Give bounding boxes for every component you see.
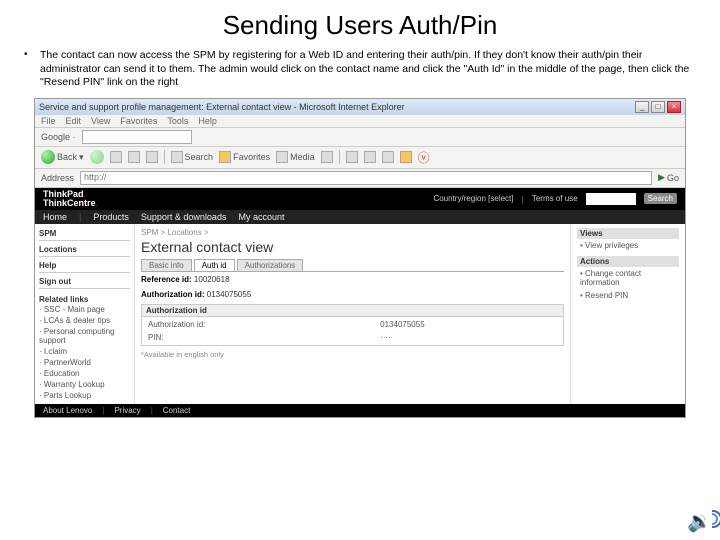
nav-products[interactable]: Products [93,212,129,222]
bullet-text: The contact can now access the SPM by re… [40,49,696,90]
speaker-icon: 🔉 [687,509,712,534]
back-button[interactable]: Back ▾ [41,150,84,164]
change-contact-link[interactable]: Change contact information [577,267,679,289]
authorization-id-line: Authorization id: 0134075055 [141,287,564,302]
messenger-icon[interactable] [400,151,412,163]
refresh-button[interactable] [128,151,140,163]
ie-toolbar: Back ▾ Search Favorites Media ⓥ [35,147,685,169]
site-search-input[interactable] [586,193,636,205]
sidebar-item-locations[interactable]: Locations [39,243,130,257]
main-column: SPM > Locations > External contact view … [135,224,570,404]
related-links-label: Related links [39,295,130,304]
ie-menubar: File Edit View Favorites Tools Help [35,115,685,128]
related-ssc[interactable]: SSC - Main page [39,304,130,315]
back-icon [41,150,55,164]
tab-row: Basic info Auth id Authorizations [141,259,564,272]
site-search-button[interactable]: Search [644,193,677,204]
favorites-button[interactable]: Favorites [219,151,270,163]
slide-title: Sending Users Auth/Pin [0,0,720,49]
maximize-button[interactable]: □ [651,101,665,113]
breadcrumb: SPM > Locations > [141,228,564,237]
related-education[interactable]: Education [39,368,130,379]
related-warranty[interactable]: Warranty Lookup [39,379,130,390]
menu-help[interactable]: Help [198,116,217,126]
lenovo-footer: About Lenovo| Privacy| Contact [35,404,685,417]
forward-button[interactable] [90,150,104,164]
related-parts[interactable]: Parts Lookup [39,390,130,401]
menu-edit[interactable]: Edit [66,116,82,126]
menu-file[interactable]: File [41,116,56,126]
country-select[interactable]: Country/region [select] [433,194,513,203]
table-row: Authorization id:0134075055 [144,319,561,330]
reference-id-line: Reference id: 10020618 [141,272,564,287]
star-icon [219,151,231,163]
views-box: Views View privileges [577,228,679,252]
ie-addressbar: Address http:// ▶Go [35,169,685,188]
google-label: Google · [41,132,76,142]
lenovo-header: ThinkPad. ThinkCentre. Country/region [s… [35,188,685,210]
lenovo-logo: ThinkPad. ThinkCentre. [43,190,98,208]
edit-button[interactable] [382,151,394,163]
google-search-input[interactable] [82,130,192,144]
page-content: SPM Locations Help Sign out Related link… [35,224,685,404]
google-toolbar: Google · [35,128,685,147]
home-button[interactable] [146,151,158,163]
tab-basic-info[interactable]: Basic info [141,259,192,271]
ie-titlebar: Service and support profile management: … [35,99,685,115]
primary-nav: Home| Products Support & downloads My ac… [35,210,685,224]
sidebar-item-signout[interactable]: Sign out [39,275,130,289]
address-input[interactable]: http:// [80,171,652,185]
nav-support[interactable]: Support & downloads [141,212,227,222]
related-pc-support[interactable]: Personal computing support [39,326,130,346]
terms-link[interactable]: Terms of use [532,194,578,203]
slide-bullet: • The contact can now access the SPM by … [0,49,720,98]
view-privileges-link[interactable]: View privileges [577,239,679,252]
auth-id-box: Authorization id Authorization id:013407… [141,304,564,346]
close-button[interactable]: × [667,101,681,113]
bullet-marker: • [24,49,40,90]
sidebar-item-spm[interactable]: SPM [39,227,130,241]
related-lcas[interactable]: LCAs & dealer tips [39,315,130,326]
views-header: Views [577,228,679,239]
minimize-button[interactable]: _ [635,101,649,113]
footer-privacy[interactable]: Privacy [114,406,140,415]
english-only-note: *Available in english only [141,346,564,359]
tab-auth-id[interactable]: Auth id [194,259,235,271]
ie-window-title: Service and support profile management: … [39,102,405,112]
print-button[interactable] [364,151,376,163]
tab-authorizations[interactable]: Authorizations [237,259,304,271]
sidebar-item-help[interactable]: Help [39,259,130,273]
related-iclaim[interactable]: I.claim [39,346,130,357]
actions-header: Actions [577,256,679,267]
menu-favorites[interactable]: Favorites [120,116,157,126]
left-sidebar: SPM Locations Help Sign out Related link… [35,224,135,404]
resend-pin-link[interactable]: Resend PIN [577,289,679,302]
menu-view[interactable]: View [91,116,110,126]
footer-about[interactable]: About Lenovo [43,406,92,415]
browser-screenshot: Service and support profile management: … [34,98,686,418]
go-button[interactable]: ▶Go [658,172,679,183]
search-button[interactable]: Search [171,151,214,163]
right-sidebar: Views View privileges Actions Change con… [570,224,685,404]
media-icon [276,151,288,163]
related-partnerworld[interactable]: PartnerWorld [39,357,130,368]
media-button[interactable]: Media [276,151,315,163]
address-label: Address [41,173,74,183]
nav-account[interactable]: My account [238,212,284,222]
stop-button[interactable] [110,151,122,163]
search-icon [171,151,183,163]
nav-home[interactable]: Home [43,212,67,222]
table-row: PIN:···· [144,332,561,343]
actions-box: Actions Change contact information Resen… [577,256,679,302]
footer-contact[interactable]: Contact [163,406,191,415]
mail-button[interactable] [346,151,358,163]
history-button[interactable] [321,151,333,163]
page-title: External contact view [141,237,564,259]
menu-tools[interactable]: Tools [167,116,188,126]
av-icon[interactable]: ⓥ [418,149,430,166]
auth-box-title: Authorization id [142,305,563,317]
